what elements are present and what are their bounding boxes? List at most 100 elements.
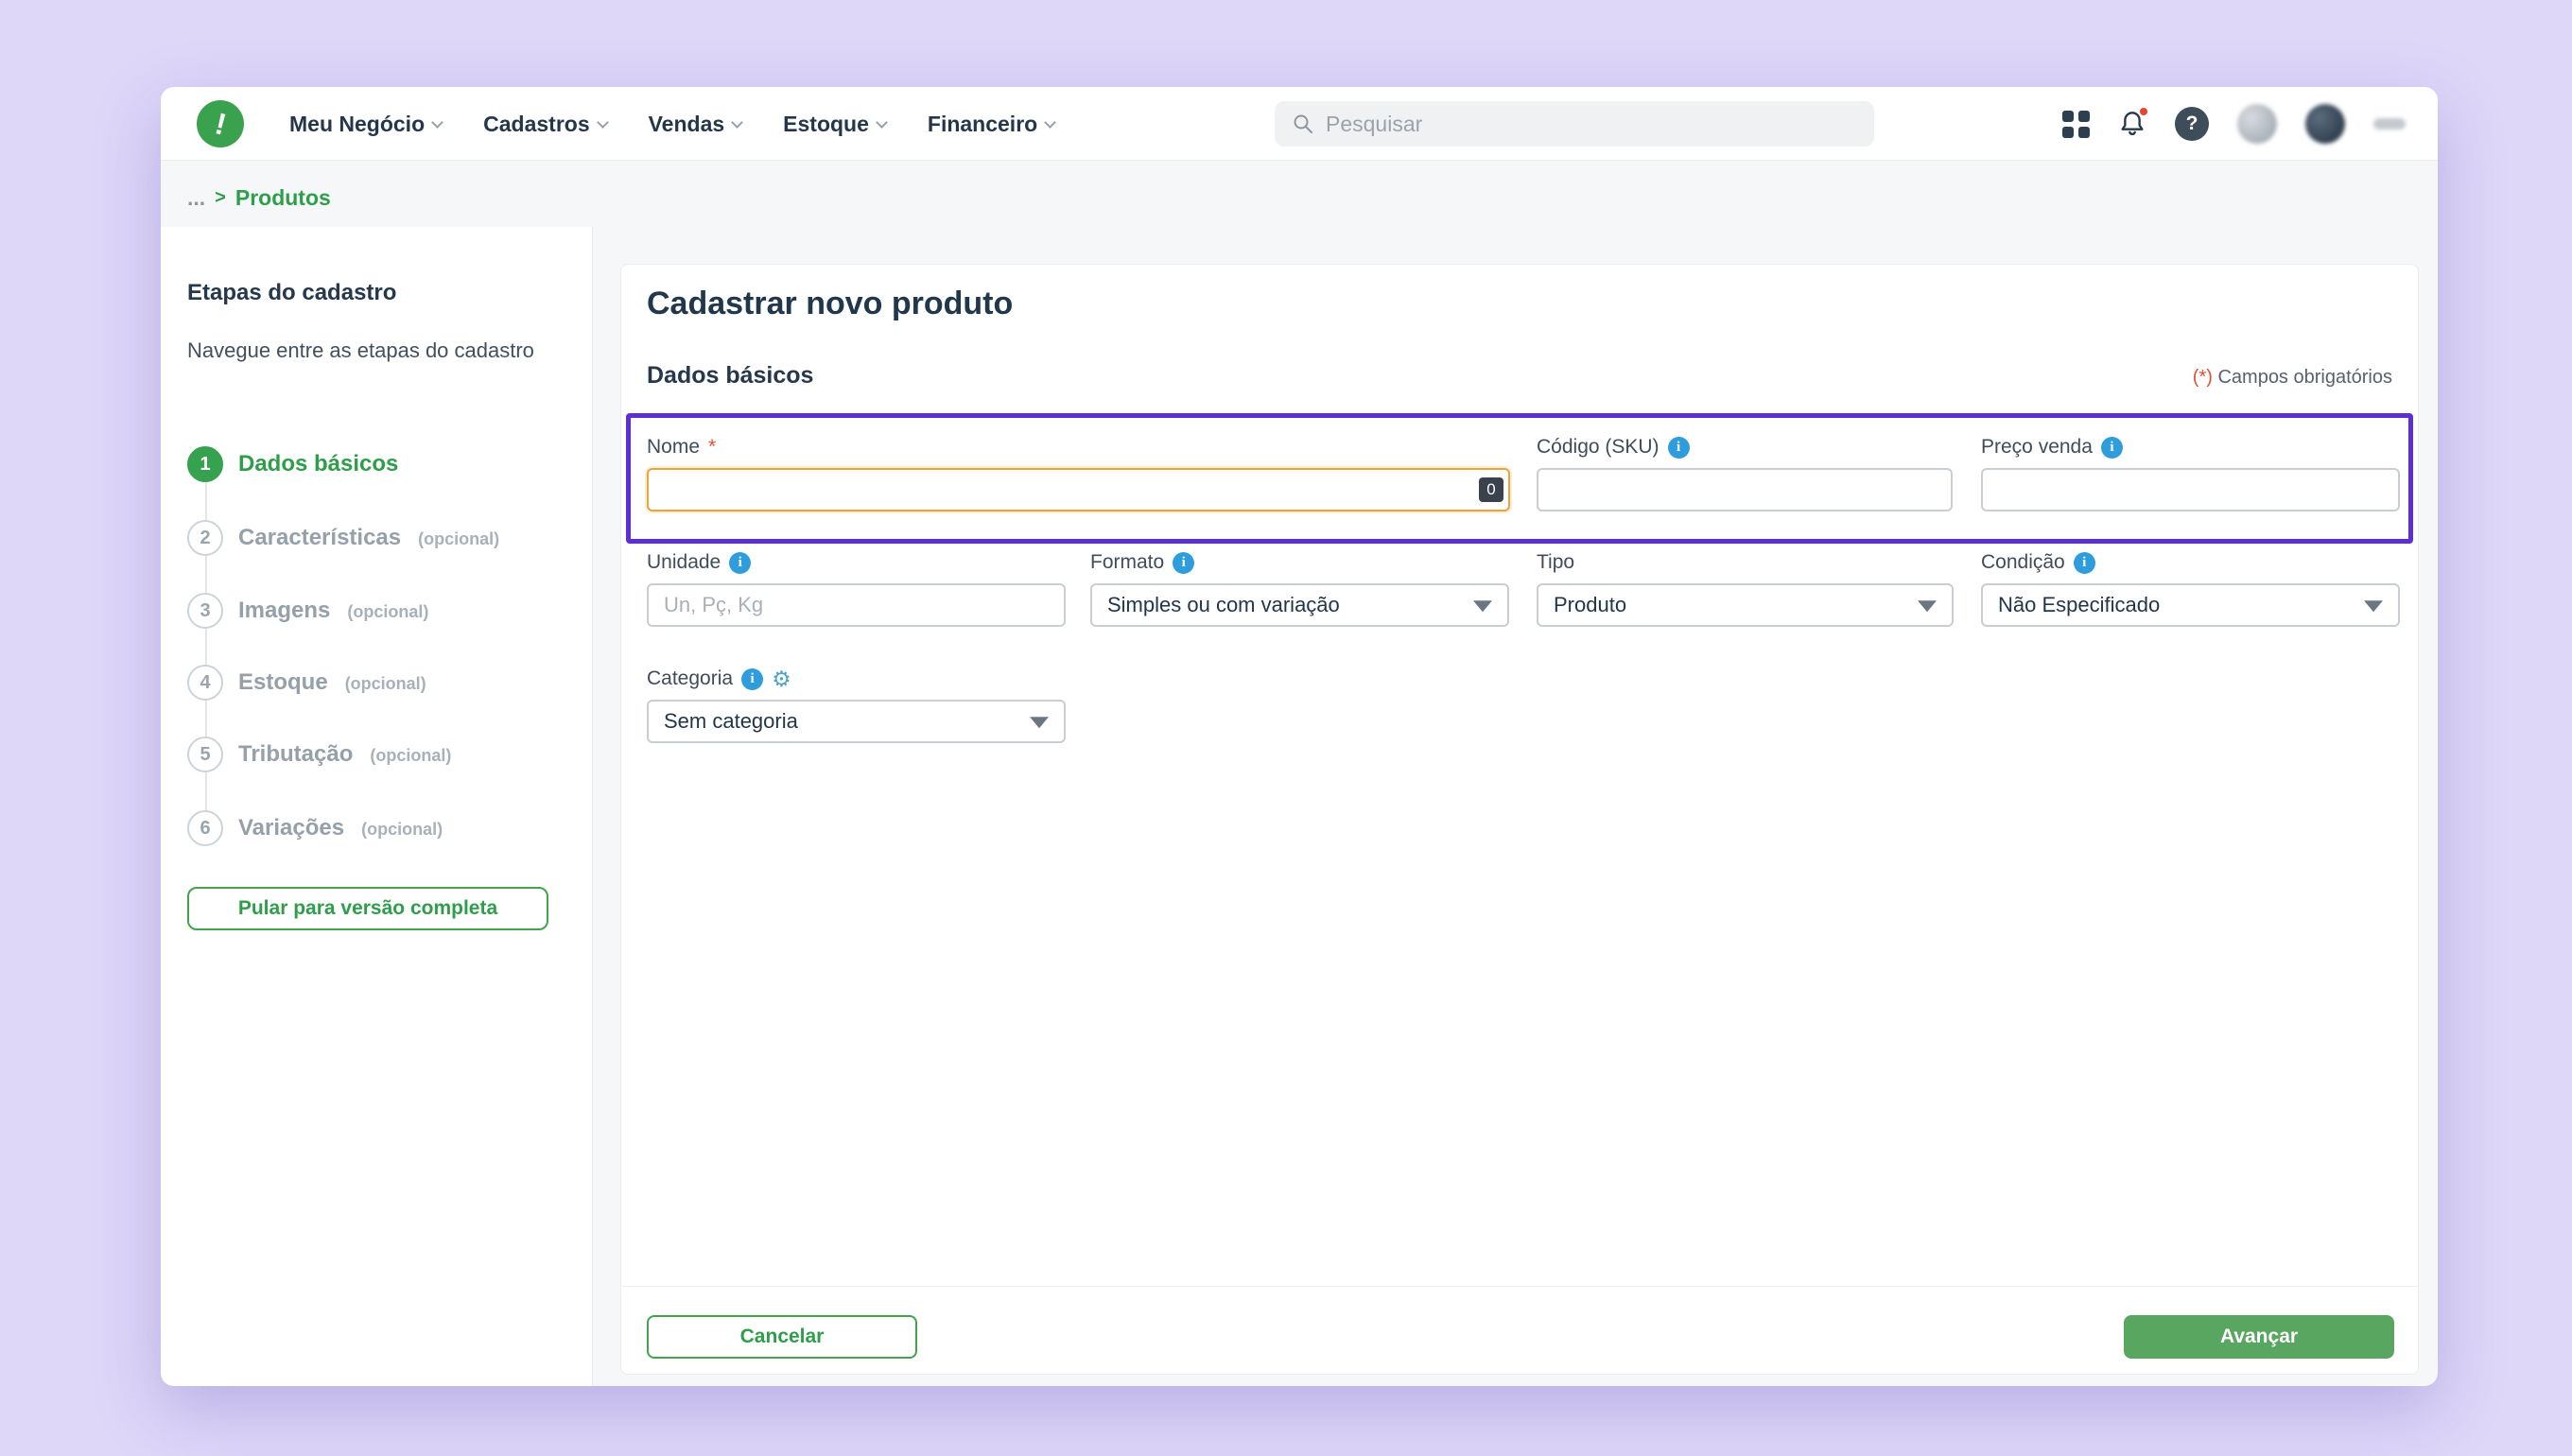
- search-icon: [1292, 113, 1314, 135]
- breadcrumb: ... > Produtos: [187, 178, 331, 217]
- field-preco-venda: Preço venda i: [1981, 435, 2400, 511]
- menu-item-meu-negocio[interactable]: Meu Negócio: [289, 112, 442, 137]
- field-categoria: Categoria i ⚙ Sem categoria: [647, 667, 1066, 743]
- help-glyph: ?: [2186, 113, 2198, 135]
- section-title-dados-basicos: Dados básicos: [647, 362, 813, 390]
- search-bar[interactable]: [1275, 101, 1874, 147]
- avatar-secondary[interactable]: [2305, 104, 2345, 144]
- step-number: 2: [187, 520, 223, 556]
- info-icon[interactable]: i: [2101, 437, 2123, 459]
- field-codigo-sku: Código (SKU) i: [1537, 435, 1953, 511]
- unidade-input[interactable]: [647, 583, 1066, 627]
- menu-label: Estoque: [783, 112, 869, 137]
- label-text: Preço venda: [1981, 436, 2093, 459]
- tipo-label: Tipo: [1537, 550, 1954, 575]
- menu-label: Vendas: [649, 112, 725, 137]
- dropdown-arrow-icon: [1030, 717, 1049, 728]
- selected-value: Não Especificado: [1998, 593, 2160, 617]
- page-background: ! Meu Negócio Cadastros Vendas Estoque: [0, 0, 2572, 1456]
- unidade-label: Unidade i: [647, 550, 1066, 575]
- selected-value: Produto: [1554, 593, 1626, 617]
- codigo-sku-input[interactable]: [1537, 468, 1953, 511]
- chevron-down-icon: [431, 116, 443, 129]
- next-button[interactable]: Avançar: [2124, 1315, 2394, 1359]
- step-caracteristicas[interactable]: 2 Características (opcional): [187, 519, 499, 557]
- label-text: Formato: [1090, 551, 1164, 574]
- label-text: Categoria: [647, 667, 733, 690]
- menu-item-financeiro[interactable]: Financeiro: [928, 112, 1054, 137]
- required-star: (*): [2193, 367, 2213, 388]
- navbar-icons: ?: [2062, 87, 2406, 161]
- user-menu-blurred[interactable]: [2373, 118, 2406, 130]
- info-icon[interactable]: i: [741, 668, 763, 690]
- preco-venda-input[interactable]: [1981, 468, 2400, 511]
- field-condicao: Condição i Não Especificado: [1981, 550, 2400, 627]
- step-label: Tributação: [238, 741, 353, 768]
- selected-value: Simples ou com variação: [1107, 593, 1340, 617]
- step-number: 1: [187, 446, 223, 482]
- condicao-select[interactable]: Não Especificado: [1981, 583, 2400, 627]
- nome-label: Nome *: [647, 435, 1510, 459]
- step-dados-basicos[interactable]: 1 Dados básicos: [187, 445, 415, 483]
- breadcrumb-ellipsis[interactable]: ...: [187, 185, 205, 211]
- required-asterisk: *: [708, 436, 716, 459]
- cancel-button[interactable]: Cancelar: [647, 1315, 917, 1359]
- info-icon[interactable]: i: [1173, 552, 1194, 574]
- label-text: Unidade: [647, 551, 721, 574]
- preco-label: Preço venda i: [1981, 435, 2400, 459]
- chevron-down-icon: [597, 116, 609, 129]
- step-estoque[interactable]: 4 Estoque (opcional): [187, 664, 426, 702]
- field-tipo: Tipo Produto: [1537, 550, 1954, 627]
- app-logo[interactable]: !: [197, 100, 244, 147]
- steps-sidebar: Etapas do cadastro Navegue entre as etap…: [161, 227, 593, 1386]
- info-icon[interactable]: i: [729, 552, 751, 574]
- tipo-select[interactable]: Produto: [1537, 583, 1954, 627]
- step-optional-tag: (opcional): [418, 529, 499, 549]
- menu-label: Financeiro: [928, 112, 1037, 137]
- breadcrumb-current[interactable]: Produtos: [235, 185, 331, 211]
- step-number: 5: [187, 737, 223, 772]
- app-window: ! Meu Negócio Cadastros Vendas Estoque: [161, 87, 2438, 1386]
- step-label: Estoque: [238, 669, 328, 696]
- apps-grid-icon[interactable]: [2062, 111, 2090, 138]
- step-label: Dados básicos: [238, 451, 398, 477]
- step-variacoes[interactable]: 6 Variações (opcional): [187, 809, 443, 847]
- search-input[interactable]: [1326, 112, 1857, 137]
- gear-icon[interactable]: ⚙: [772, 668, 791, 690]
- menu-item-estoque[interactable]: Estoque: [783, 112, 886, 137]
- dropdown-arrow-icon: [1918, 600, 1937, 612]
- sidebar-subtitle: Navegue entre as etapas do cadastro: [187, 338, 534, 363]
- step-number: 6: [187, 810, 223, 846]
- required-fields-note: (*) Campos obrigatórios: [2193, 367, 2392, 389]
- required-text: Campos obrigatórios: [2213, 367, 2392, 388]
- dropdown-arrow-icon: [1473, 600, 1492, 612]
- step-label: Imagens: [238, 598, 330, 624]
- formato-select[interactable]: Simples ou com variação: [1090, 583, 1509, 627]
- new-product-form-card: Cadastrar novo produto Dados básicos (*)…: [620, 264, 2419, 1375]
- skip-to-full-version-button[interactable]: Pular para versão completa: [187, 887, 548, 930]
- footer-divider: [621, 1286, 2418, 1287]
- avatar[interactable]: [2237, 104, 2277, 144]
- menu-item-cadastros[interactable]: Cadastros: [483, 112, 606, 137]
- label-text: Nome: [647, 436, 700, 459]
- step-label: Características: [238, 525, 401, 551]
- info-icon[interactable]: i: [2074, 552, 2095, 574]
- field-nome: Nome * 0: [647, 435, 1510, 511]
- selected-value: Sem categoria: [664, 709, 798, 734]
- categoria-select[interactable]: Sem categoria: [647, 700, 1066, 743]
- menu-item-vendas[interactable]: Vendas: [649, 112, 742, 137]
- help-icon[interactable]: ?: [2175, 107, 2209, 141]
- logo-glyph-icon: !: [211, 106, 229, 142]
- step-tributacao[interactable]: 5 Tributação (opcional): [187, 736, 451, 773]
- field-formato: Formato i Simples ou com variação: [1090, 550, 1509, 627]
- chevron-down-icon: [731, 116, 743, 129]
- page-title: Cadastrar novo produto: [647, 286, 1013, 322]
- step-optional-tag: (opcional): [347, 602, 428, 622]
- nome-input[interactable]: [647, 468, 1510, 511]
- info-icon[interactable]: i: [1668, 437, 1690, 459]
- dropdown-arrow-icon: [2364, 600, 2383, 612]
- label-text: Tipo: [1537, 551, 1574, 574]
- step-imagens[interactable]: 3 Imagens (opcional): [187, 592, 428, 630]
- notifications-bell-icon[interactable]: [2118, 109, 2146, 139]
- label-text: Código (SKU): [1537, 436, 1660, 459]
